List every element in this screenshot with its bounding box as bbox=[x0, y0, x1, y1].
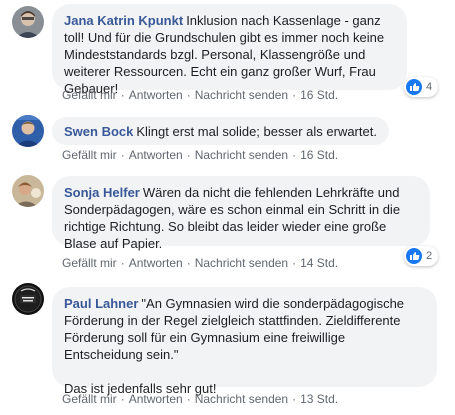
send-message-button[interactable]: Nachricht senden bbox=[195, 392, 288, 406]
avatar[interactable] bbox=[12, 283, 44, 315]
avatar[interactable] bbox=[12, 115, 44, 147]
avatar[interactable] bbox=[12, 175, 44, 207]
separator: · bbox=[292, 148, 297, 162]
like-icon bbox=[406, 248, 422, 264]
comment-bubble: Sonja Helfer Wären da nicht die fehlenden… bbox=[52, 176, 430, 251]
separator: · bbox=[120, 392, 125, 406]
like-icon bbox=[406, 79, 422, 95]
like-button[interactable]: Gefällt mir bbox=[62, 148, 117, 162]
separator: · bbox=[186, 88, 191, 102]
reaction-count[interactable]: 4 bbox=[404, 77, 439, 97]
reply-button[interactable]: Antworten bbox=[129, 88, 183, 102]
separator: · bbox=[120, 256, 125, 270]
like-button[interactable]: Gefällt mir bbox=[62, 256, 117, 270]
separator: · bbox=[186, 148, 191, 162]
separator: · bbox=[292, 392, 297, 406]
comment-actions: Gefällt mir · Antworten · Nachricht senden · 1… bbox=[62, 148, 338, 162]
timestamp[interactable]: 16 Std. bbox=[300, 148, 338, 162]
comment-actions: Gefällt mir · Antworten · Nachricht senden · 1… bbox=[62, 256, 338, 270]
reaction-number: 4 bbox=[426, 81, 433, 93]
comment-actions: Gefällt mir · Antworten · Nachricht senden · 1… bbox=[62, 392, 338, 406]
reaction-count[interactable]: 2 bbox=[404, 246, 439, 266]
separator: · bbox=[186, 256, 191, 270]
separator: · bbox=[120, 148, 125, 162]
comment-bubble: Jana Katrin Kpunkt Inklusion nach Kassenl… bbox=[52, 4, 407, 96]
reply-button[interactable]: Antworten bbox=[129, 148, 183, 162]
separator: · bbox=[186, 392, 191, 406]
reaction-number: 2 bbox=[426, 250, 433, 262]
timestamp[interactable]: 16 Std. bbox=[300, 88, 338, 102]
like-button[interactable]: Gefällt mir bbox=[62, 88, 117, 102]
comment-text: Klingt erst mal solide; besser als erwar… bbox=[136, 124, 377, 139]
timestamp[interactable]: 13 Std. bbox=[300, 392, 338, 406]
comment-bubble: Swen Bock Klingt erst mal solide; besser … bbox=[52, 117, 389, 145]
reply-button[interactable]: Antworten bbox=[129, 392, 183, 406]
author-name[interactable]: Swen Bock bbox=[64, 124, 133, 139]
comment-bubble: Paul Lahner "An Gymnasien wird die sonder… bbox=[52, 287, 437, 396]
send-message-button[interactable]: Nachricht senden bbox=[195, 148, 288, 162]
separator: · bbox=[120, 88, 125, 102]
like-button[interactable]: Gefällt mir bbox=[62, 392, 117, 406]
reply-button[interactable]: Antworten bbox=[129, 256, 183, 270]
separator: · bbox=[292, 256, 297, 270]
comment-actions: Gefällt mir · Antworten · Nachricht senden · 1… bbox=[62, 88, 338, 102]
author-name[interactable]: Paul Lahner bbox=[64, 296, 138, 311]
send-message-button[interactable]: Nachricht senden bbox=[195, 88, 288, 102]
author-name[interactable]: Jana Katrin Kpunkt bbox=[64, 13, 183, 28]
avatar[interactable] bbox=[12, 6, 44, 38]
send-message-button[interactable]: Nachricht senden bbox=[195, 256, 288, 270]
author-name[interactable]: Sonja Helfer bbox=[64, 185, 140, 200]
separator: · bbox=[292, 88, 297, 102]
timestamp[interactable]: 14 Std. bbox=[300, 256, 338, 270]
